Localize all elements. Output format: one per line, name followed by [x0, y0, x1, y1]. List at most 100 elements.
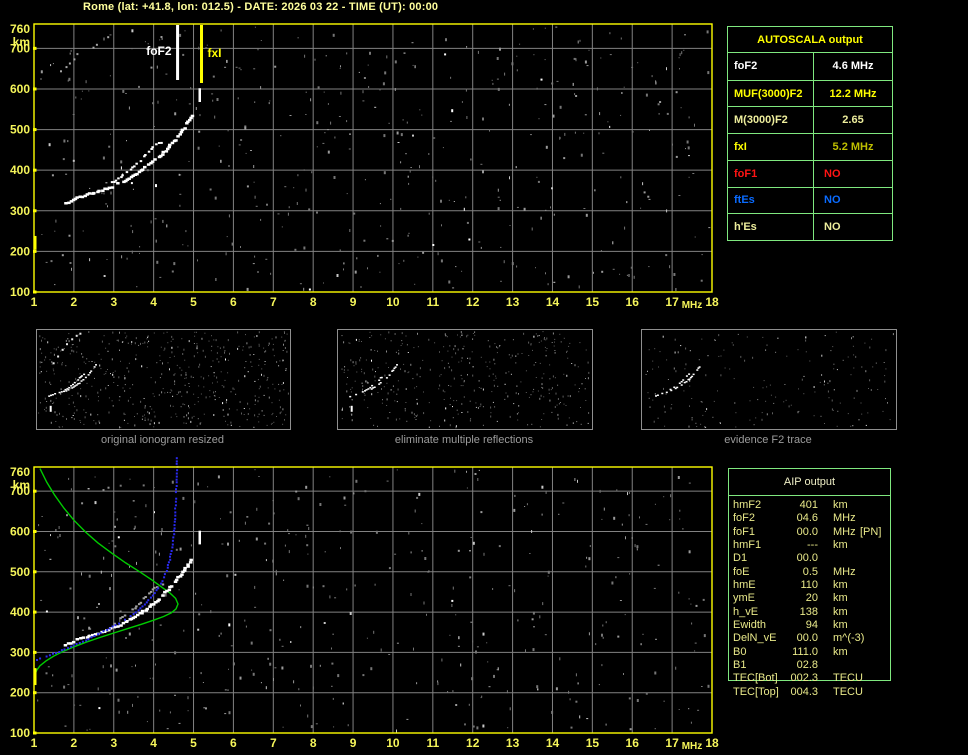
y-tick-label: 500	[10, 123, 30, 137]
autoscala-row-muf3000f2: MUF(3000)F2 12.2 MHz	[728, 79, 892, 107]
x-tick-label: 17	[665, 736, 679, 750]
x-tick-label: 17	[665, 295, 679, 309]
y-tick-label: 400	[10, 163, 30, 177]
x-tick-label: 14	[546, 295, 560, 309]
autoscala-row-fof1: foF1 NO	[728, 159, 892, 187]
param-value: 00.0	[796, 552, 818, 565]
aip-row-b1: B1 02.8	[728, 659, 906, 672]
param-unit: km	[833, 645, 848, 658]
x-tick-label: 7	[270, 736, 277, 750]
param-value: 12.2 MHz	[829, 87, 877, 100]
autoscala-row-ftes: ftEs NO	[728, 186, 892, 214]
param-unit: MHz	[833, 512, 856, 525]
param-label: fxI	[728, 134, 814, 160]
param-label: DelN_vE	[733, 632, 777, 645]
param-value: 004.3	[790, 685, 818, 698]
param-value: NO	[824, 221, 841, 234]
param-label: B1	[733, 659, 747, 672]
x-tick-label: 9	[350, 295, 357, 309]
grid-lines	[34, 24, 712, 292]
param-unit: km	[833, 605, 848, 618]
x-tick-label: 18	[705, 295, 719, 309]
param-value: 4.6 MHz	[832, 60, 874, 73]
param-label: ymE	[733, 592, 755, 605]
y-tick-label: 200	[10, 686, 30, 700]
mini-dash	[49, 405, 52, 412]
axis-marker-bar	[33, 668, 37, 686]
top-ionogram-plot: 760700600500400300200100km1 2 3 4 5 6 7 8 9 10 11 1…	[10, 22, 719, 311]
second-hop-dot	[71, 338, 74, 341]
x-axis-labels: 1 2 3 4 5 6 7 8 9 10 11 12 13 14 15 16 17 18MHz	[31, 295, 719, 311]
autoscala-table: AUTOSCALA output foF2 4.6 MHz MUF(3000)F2 1…	[727, 26, 893, 241]
aip-row-fof1: foF1 00.0 MHz [PN]	[728, 526, 906, 539]
y-unit-label: km	[13, 478, 30, 492]
thumbnail-evidence-f2-trace-image	[645, 331, 894, 428]
x-tick-label: 16	[626, 295, 640, 309]
param-value: 2.65	[842, 114, 864, 127]
series-spread-segment	[198, 530, 201, 545]
x-tick-label: 11	[426, 736, 439, 750]
aip-row-hmf1: hmF1 --- km	[728, 539, 906, 552]
mini-trace	[655, 366, 701, 397]
aip-row-ewidth: Ewidth 94 km	[728, 619, 906, 632]
param-label: MUF(3000)F2	[728, 80, 814, 107]
thumbnail-eliminate-reflections-image	[341, 331, 590, 429]
param-unit: MHz	[833, 565, 856, 578]
thumbnail-original-ionogram	[36, 329, 291, 430]
x-tick-label: 13	[506, 295, 520, 309]
x-tick-label: 8	[310, 295, 317, 309]
noise-layer	[38, 331, 289, 429]
x-tick-label: 15	[586, 295, 600, 309]
second-hop-dot	[75, 334, 78, 337]
aip-row-hmf2: hmF2 401 km	[728, 499, 906, 512]
y-axis-labels: 760700600500400300200100km	[10, 465, 30, 740]
param-value: 94	[805, 619, 818, 632]
x-tick-label: 16	[626, 736, 640, 750]
x-tick-label: 2	[71, 295, 78, 309]
second-hop-dot	[66, 343, 68, 346]
param-unit: MHz	[833, 525, 856, 538]
param-unit: km	[833, 539, 848, 552]
x-tick-label: 18	[705, 736, 719, 750]
param-value: 02.8	[796, 659, 818, 672]
y-axis-labels: 760700600500400300200100km	[10, 22, 30, 299]
aip-row-tecbot: TEC[Bot] 002.3 TECU	[728, 672, 906, 685]
param-value: 5.2 MHz	[832, 140, 874, 153]
aip-row-d1: D1 00.0	[728, 552, 906, 565]
axis-marker-bar	[33, 235, 37, 250]
aip-table-header: AIP output	[729, 469, 890, 496]
param-value: 111.0	[792, 645, 818, 658]
y-tick-label: 100	[10, 285, 30, 299]
x-tick-label: 9	[350, 736, 357, 750]
x-unit-label: MHz	[682, 741, 703, 752]
thumbnail-evidence-f2-trace	[641, 329, 897, 430]
param-label: TEC[Bot]	[733, 672, 778, 685]
series-restored-h-f-trace	[36, 457, 179, 661]
y-unit-label: km	[13, 35, 30, 49]
x-tick-label: 1	[31, 736, 38, 750]
param-label: TEC[Top]	[733, 685, 779, 698]
param-label: B0	[733, 645, 747, 658]
series-ne-profile	[34, 468, 179, 675]
thumbnail-caption-original: original ionogram resized	[101, 434, 224, 446]
y-tick-label: 400	[10, 605, 30, 619]
x-tick-label: 4	[150, 295, 157, 309]
thumbnail-eliminate-reflections	[337, 329, 593, 430]
param-unit: km	[833, 592, 848, 605]
param-unit: TECU	[833, 685, 863, 698]
second-hop-dot	[79, 332, 82, 335]
param-label: foF1	[728, 160, 814, 187]
second-hop-dot	[52, 362, 55, 365]
y-tick-label: 600	[10, 82, 30, 96]
aip-row-tectop: TEC[Top] 004.3 TECU	[728, 686, 906, 699]
x-tick-label: 7	[270, 295, 277, 309]
fof2-marker-label: foF2	[146, 44, 172, 58]
x-tick-label: 6	[230, 295, 237, 309]
x-axis-labels: 1 2 3 4 5 6 7 8 9 10 11 12 13 14 15 16 17 18MHz	[31, 736, 719, 752]
series-f2-ordinary-trace	[64, 114, 195, 205]
param-value: 401	[799, 499, 818, 511]
aip-row-foe: foE 0.5 MHz	[728, 566, 906, 579]
aip-row-hme: hmE 110 km	[728, 579, 906, 592]
x-tick-label: 14	[546, 736, 560, 750]
param-label: D1	[733, 552, 748, 565]
